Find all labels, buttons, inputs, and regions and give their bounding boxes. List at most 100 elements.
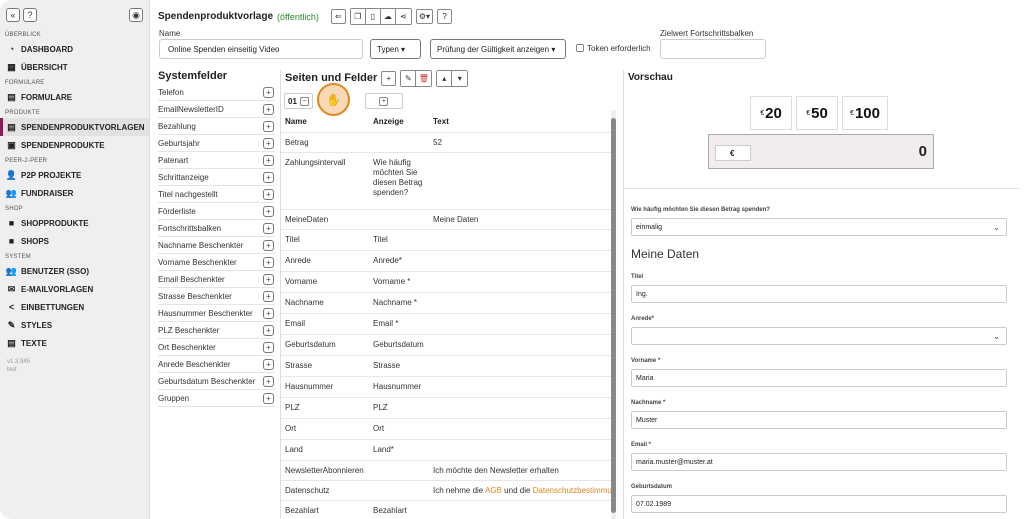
user-icon[interactable]: ◉ bbox=[129, 8, 143, 22]
intervall-select[interactable]: einmalig ⌄ bbox=[631, 218, 1007, 236]
amount-button[interactable]: €50 bbox=[796, 96, 838, 130]
list-item: Gruppen + bbox=[158, 390, 274, 407]
preview-input[interactable]: 07.02.1989 bbox=[631, 495, 1007, 513]
table-row[interactable]: Betrag 52 bbox=[281, 133, 611, 153]
table-cell: Titel bbox=[285, 235, 300, 244]
preview-input[interactable]: maria.muster@muster.at bbox=[631, 453, 1007, 471]
plus-icon[interactable]: + bbox=[263, 324, 274, 336]
table-row[interactable]: Hausnummer Hausnummer bbox=[281, 377, 611, 398]
agb-link[interactable]: AGB bbox=[485, 486, 502, 495]
sidebar-item-label: SPENDENPRODUKTVORLAGEN bbox=[21, 122, 145, 132]
sidebar-item-styles[interactable]: ✎ STYLES bbox=[0, 316, 149, 334]
sidebar-item-texte[interactable]: ▤ TEXTE bbox=[0, 334, 149, 352]
plus-icon[interactable]: + bbox=[263, 103, 274, 115]
validity-select[interactable]: Prüfung der Gültigkeit anzeigen ▾ bbox=[430, 39, 566, 59]
plus-icon[interactable]: + bbox=[263, 188, 274, 200]
add-page-tab[interactable]: + bbox=[364, 93, 403, 109]
plus-icon[interactable]: + bbox=[263, 290, 274, 302]
table-row[interactable]: Land Land* bbox=[281, 440, 611, 461]
preview-input[interactable]: Maria bbox=[631, 369, 1007, 387]
table-row[interactable]: Nachname Nachname * bbox=[281, 293, 611, 314]
collapse-icon[interactable]: « bbox=[6, 8, 20, 22]
table-row[interactable]: NewsletterAbonnieren Ich möchte den Newsl… bbox=[281, 461, 611, 481]
sidebar-item-shopprodukte[interactable]: ■ SHOPPRODUKTE bbox=[0, 214, 149, 232]
sidebar-item-benutzer[interactable]: 👥 BENUTZER (SSO) bbox=[0, 262, 149, 280]
table-row[interactable]: Geburtsdatum Geburtsdatum bbox=[281, 335, 611, 356]
table-row[interactable]: MeineDaten Meine Daten bbox=[281, 210, 611, 230]
plus-icon[interactable]: + bbox=[379, 96, 389, 106]
add-button[interactable]: + bbox=[381, 70, 397, 86]
sidebar-item-einbettungen[interactable]: < EINBETTUNGEN bbox=[0, 298, 149, 316]
move-down-button[interactable]: ▾ bbox=[452, 70, 468, 86]
custom-amount-input[interactable]: 0 bbox=[919, 143, 927, 160]
amount-button[interactable]: €100 bbox=[842, 96, 888, 130]
plus-icon[interactable]: + bbox=[263, 205, 274, 217]
sidebar-item-fundraiser[interactable]: 👥 FUNDRAISER bbox=[0, 184, 149, 202]
minus-icon[interactable]: − bbox=[299, 96, 309, 106]
table-row[interactable]: Zahlungsintervall Wie häufig möchten Sie … bbox=[281, 153, 611, 210]
preview-input[interactable]: Ing. bbox=[631, 285, 1007, 303]
datenschutz-link[interactable]: Datenschutzbestimmungen bbox=[533, 486, 611, 495]
sidebar-item-uebersicht[interactable]: ▦ ÜBERSICHT bbox=[0, 58, 149, 76]
scrollbar-thumb[interactable] bbox=[611, 118, 616, 513]
plus-icon[interactable]: + bbox=[263, 375, 274, 387]
plus-icon[interactable]: + bbox=[263, 341, 274, 353]
type-select[interactable]: Typen ▾ bbox=[370, 39, 421, 59]
table-row[interactable]: Anrede Anrede* bbox=[281, 251, 611, 272]
table-row[interactable]: Titel Titel bbox=[281, 230, 611, 251]
plus-icon[interactable]: + bbox=[263, 171, 274, 183]
back-button[interactable]: ⇐ bbox=[330, 9, 346, 24]
amount-button[interactable]: €20 bbox=[750, 96, 792, 130]
document-button[interactable]: ▯ bbox=[365, 9, 381, 24]
table-row[interactable]: Datenschutz Ich nehme die AGB und die Dat… bbox=[281, 481, 611, 501]
field-label: Schrittanzeige bbox=[158, 172, 209, 182]
sidebar-item-dashboard[interactable]: ◔ DASHBOARD bbox=[0, 40, 149, 58]
sidebar-item-formulare[interactable]: ▤ FORMULARE bbox=[0, 88, 149, 106]
plus-icon[interactable]: + bbox=[263, 392, 274, 404]
plus-icon[interactable]: + bbox=[263, 154, 274, 166]
table-row[interactable]: Email Email * bbox=[281, 314, 611, 335]
plus-icon[interactable]: + bbox=[263, 273, 274, 285]
edit-button[interactable]: ✎ bbox=[401, 70, 417, 86]
sidebar-item-spendenprodukte[interactable]: ▣ SPENDENPRODUKTE bbox=[0, 136, 149, 154]
table-row[interactable]: PLZ PLZ bbox=[281, 398, 611, 419]
table-cell: Vorname bbox=[285, 277, 318, 286]
sidebar-item-spendenproduktvorlagen[interactable]: ▤ SPENDENPRODUKTVORLAGEN bbox=[0, 118, 149, 136]
share-button[interactable]: ⋖ bbox=[395, 9, 411, 24]
plus-icon[interactable]: + bbox=[263, 307, 274, 319]
preview-input[interactable]: ⌄ bbox=[631, 327, 1007, 345]
sidebar-item-emailvorlagen[interactable]: ✉ E-MAILVORLAGEN bbox=[0, 280, 149, 298]
plus-icon[interactable]: + bbox=[263, 358, 274, 370]
token-checkbox[interactable] bbox=[576, 44, 584, 52]
preview-input[interactable]: Muster bbox=[631, 411, 1007, 429]
table-row[interactable]: Bezahlart Bezahlart bbox=[281, 501, 611, 519]
seiten-panel: Seiten und Felder + ✎ 🗑 ▴ ▾ 01− + Name A… bbox=[280, 69, 616, 519]
settings-button[interactable]: ⚙▾ bbox=[415, 9, 434, 24]
scrollbar[interactable] bbox=[611, 110, 616, 519]
sidebar-item-p2p-projekte[interactable]: 👤 P2P PROJEKTE bbox=[0, 166, 149, 184]
plus-icon[interactable]: + bbox=[263, 120, 274, 132]
page-tab[interactable]: 01− bbox=[284, 93, 313, 109]
status-badge: (öffentlich) bbox=[277, 11, 319, 22]
move-up-button[interactable]: ▴ bbox=[437, 70, 453, 86]
table-body: Betrag 52 Zahlungsintervall Wie häufig möch… bbox=[281, 133, 611, 519]
plus-icon[interactable]: + bbox=[263, 256, 274, 268]
sidebar-item-shops[interactable]: ■ SHOPS bbox=[0, 232, 149, 250]
field-label: Titel bbox=[631, 274, 644, 280]
plus-icon[interactable]: + bbox=[263, 222, 274, 234]
table-row[interactable]: Vorname Vorname * bbox=[281, 272, 611, 293]
token-label: Token erforderlich bbox=[587, 44, 651, 53]
name-input[interactable]: Online Spenden einseitig Video bbox=[159, 39, 363, 59]
upload-button[interactable]: ☁ bbox=[380, 9, 396, 24]
help-icon[interactable]: ? bbox=[23, 8, 37, 22]
help-button[interactable]: ? bbox=[437, 9, 453, 24]
table-row[interactable]: Ort Ort bbox=[281, 419, 611, 440]
plus-icon[interactable]: + bbox=[263, 86, 274, 98]
plus-icon[interactable]: + bbox=[263, 137, 274, 149]
delete-button[interactable]: 🗑 bbox=[416, 70, 432, 86]
sidebar-item-label: FUNDRAISER bbox=[21, 188, 74, 198]
table-row[interactable]: Strasse Strasse bbox=[281, 356, 611, 377]
target-input[interactable] bbox=[660, 39, 766, 59]
plus-icon[interactable]: + bbox=[263, 239, 274, 251]
copy-button[interactable]: ❐ bbox=[350, 9, 366, 24]
